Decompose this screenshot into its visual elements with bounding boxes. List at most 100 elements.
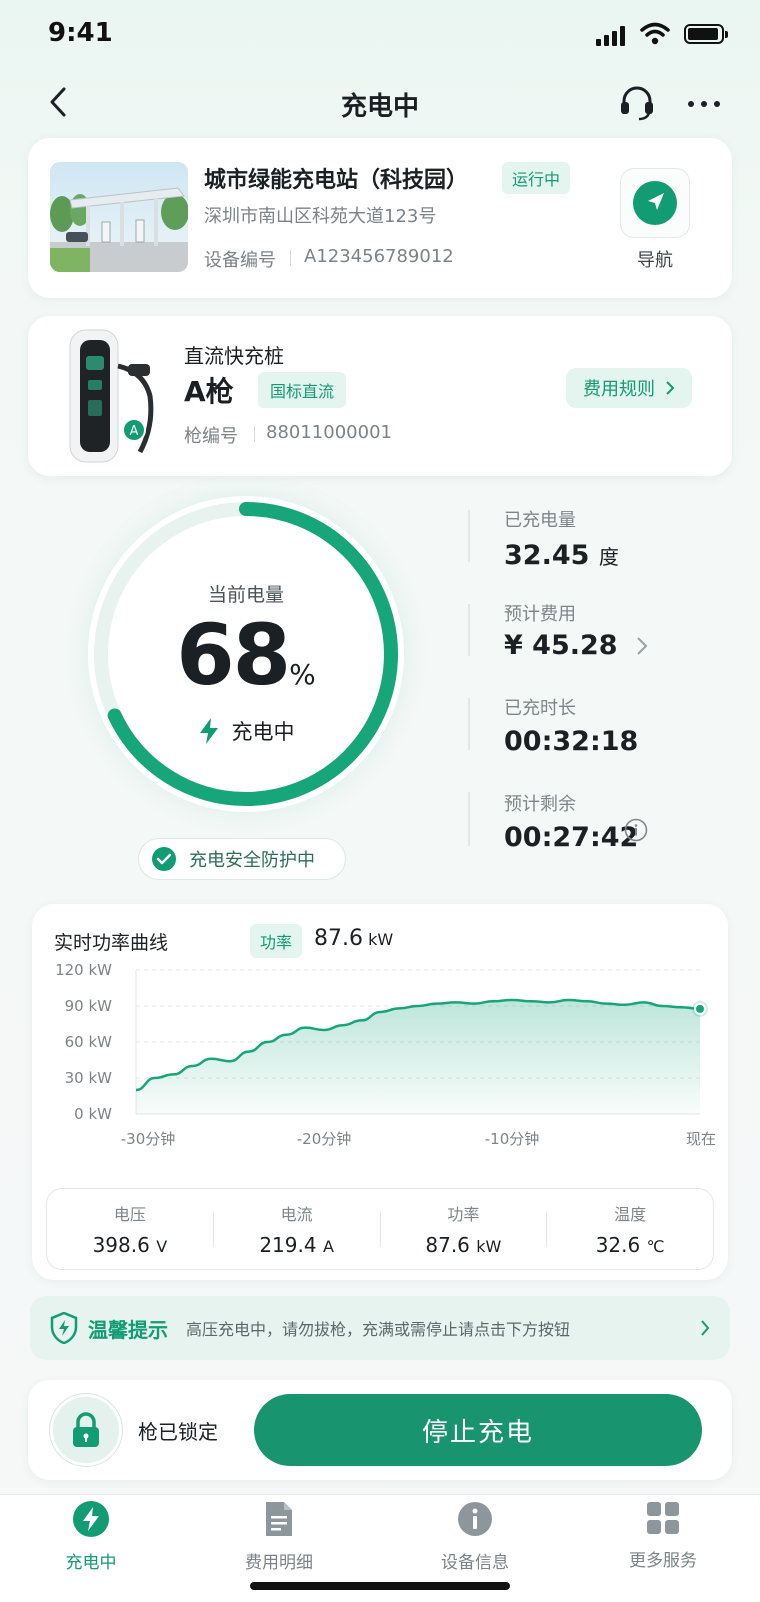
stat-remaining-label: 预计剩余 (504, 794, 576, 815)
device-label: 设备编号 (204, 250, 276, 271)
metric-label: 功率 (447, 1205, 480, 1224)
remaining-value: 00:27:42 (504, 822, 639, 853)
charge-percent-value: 68 (176, 606, 291, 704)
y-tick-label: 30 kW (65, 1069, 113, 1087)
tab-device-info[interactable]: 设备信息 (400, 1500, 550, 1573)
y-tick-label: 60 kW (65, 1033, 113, 1051)
more-button[interactable] (686, 86, 722, 122)
remaining-info-button[interactable] (624, 818, 650, 844)
power-current-value: 87.6 (314, 926, 363, 951)
station-address: 深圳市南山区科苑大道123号 (204, 206, 437, 227)
station-photo (50, 162, 188, 272)
divider (290, 250, 291, 266)
tab-label: 费用明细 (245, 1553, 313, 1573)
wifi-icon (640, 22, 670, 45)
status-time: 9:41 (48, 18, 113, 48)
tab-fee-details[interactable]: 费用明细 (204, 1500, 354, 1573)
check-circle-icon (152, 847, 176, 871)
metric-temperature: 温度 32.6 ℃ (547, 1201, 713, 1257)
charge-percent: 68% (88, 606, 404, 704)
power-tag: 功率 (250, 924, 303, 958)
stat-divider (468, 604, 470, 656)
power-area (136, 1000, 700, 1114)
tab-label: 充电中 (65, 1553, 117, 1573)
charger-illustration: A (69, 329, 154, 463)
navigation-icon (633, 181, 677, 225)
bolt-icon (199, 718, 218, 744)
energy-value: 32.45 (504, 540, 590, 571)
chevron-right-icon (636, 636, 648, 655)
stat-energy-label: 已充电量 (504, 510, 576, 531)
more-icon (688, 101, 720, 107)
document-icon (266, 1502, 292, 1536)
power-chart-card: 实时功率曲线 功率 87.6 kW 120 kW 90 kW 60 kW 30 kW 0… (32, 904, 728, 1280)
connector-type: 直流快充桩 (184, 344, 284, 368)
grid-icon (647, 1502, 679, 1534)
fee-rule-button[interactable]: 费用规则 (566, 368, 692, 408)
metric-label: 温度 (614, 1205, 647, 1224)
signal-icon (596, 26, 625, 46)
tab-label: 更多服务 (629, 1551, 697, 1571)
cost-value: ¥ 45.28 (504, 630, 618, 661)
gun-name: A枪 (184, 375, 234, 408)
temperature-unit: ℃ (646, 1237, 665, 1256)
divider (254, 426, 255, 442)
chevron-right-icon (666, 381, 675, 395)
lock-icon (73, 1412, 99, 1447)
metric-current: 电流 219.4 A (214, 1201, 380, 1257)
home-indicator (250, 1582, 510, 1590)
safety-label: 充电安全防护中 (189, 850, 315, 871)
y-tick-label: 90 kW (65, 997, 113, 1015)
power-chart: 120 kW 90 kW 60 kW 30 kW 0 kW -30分钟 -20分钟 -10分钟… (55, 964, 716, 1148)
shield-bolt-icon (50, 1312, 78, 1344)
temperature-value: 32.6 (595, 1233, 641, 1257)
info-circle-icon (624, 818, 648, 842)
charging-state: 充电中 (88, 716, 404, 746)
gun-badge: A (130, 424, 139, 439)
power-chart-title: 实时功率曲线 (54, 932, 169, 954)
station-card: 城市绿能充电站（科技园） 运行中 深圳市南山区科苑大道123号 设备编号 A12… (28, 138, 732, 298)
station-name: 城市绿能充电站（科技园） (204, 168, 469, 193)
customer-service-button[interactable] (616, 82, 658, 124)
metric-label: 电压 (113, 1205, 146, 1224)
power-current: 87.6 kW (314, 926, 393, 951)
current-charge-label: 当前电量 (207, 584, 284, 606)
gun-no-label: 枪编号 (184, 426, 238, 447)
voltage-value: 398.6 (92, 1233, 150, 1257)
stat-cost-label: 预计费用 (504, 604, 576, 625)
power-value: 87.6 (425, 1233, 470, 1257)
tab-label: 设备信息 (441, 1553, 509, 1573)
stat-divider (468, 792, 470, 846)
charging-state-label: 充电中 (231, 720, 295, 744)
connector-card: A 直流快充桩 A枪 国标直流 枪编号 88011000001 费用规则 (28, 316, 732, 476)
metric-value: 87.6 kW (381, 1233, 547, 1257)
energy-unit: 度 (598, 545, 619, 569)
stop-charging-button[interactable]: 停止充电 (254, 1394, 702, 1466)
chevron-right-icon (701, 1320, 710, 1336)
power-unit: kW (476, 1237, 502, 1256)
metric-value: 219.4 A (214, 1233, 380, 1257)
fee-rule-label: 费用规则 (583, 379, 655, 400)
y-tick-label: 0 kW (74, 1105, 112, 1123)
tip-bar[interactable]: 温馨提示 高压充电中，请勿拔枪，充满或需停止请点击下方按钮 (30, 1296, 730, 1360)
estimated-cost-button[interactable]: ¥ 45.28 (504, 630, 648, 661)
action-card: 枪已锁定 停止充电 (28, 1380, 732, 1480)
metric-voltage: 电压 398.6 V (47, 1201, 213, 1257)
device-id: A123456789012 (304, 246, 454, 267)
navigate-button[interactable]: 导航 (620, 168, 690, 271)
tip-title: 温馨提示 (88, 1317, 168, 1342)
current-point (694, 1002, 706, 1015)
stat-energy-value: 32.45 度 (504, 540, 619, 571)
x-tick-label: -10分钟 (485, 1130, 540, 1148)
metric-label: 电流 (280, 1205, 313, 1224)
charge-percent-sign: % (289, 658, 316, 691)
station-status-badge: 运行中 (502, 162, 571, 194)
lock-button[interactable] (50, 1394, 122, 1466)
tab-charging[interactable]: 充电中 (16, 1500, 166, 1573)
gun-no: 88011000001 (266, 422, 392, 443)
headset-icon (621, 86, 653, 121)
metric-power: 功率 87.6 kW (381, 1201, 547, 1257)
metrics-panel: 电压 398.6 V 电流 219.4 A 功率 87.6 kW 温度 32.6… (46, 1188, 714, 1270)
stat-duration-label: 已充时长 (504, 698, 576, 719)
tab-more-services[interactable]: 更多服务 (588, 1500, 738, 1571)
